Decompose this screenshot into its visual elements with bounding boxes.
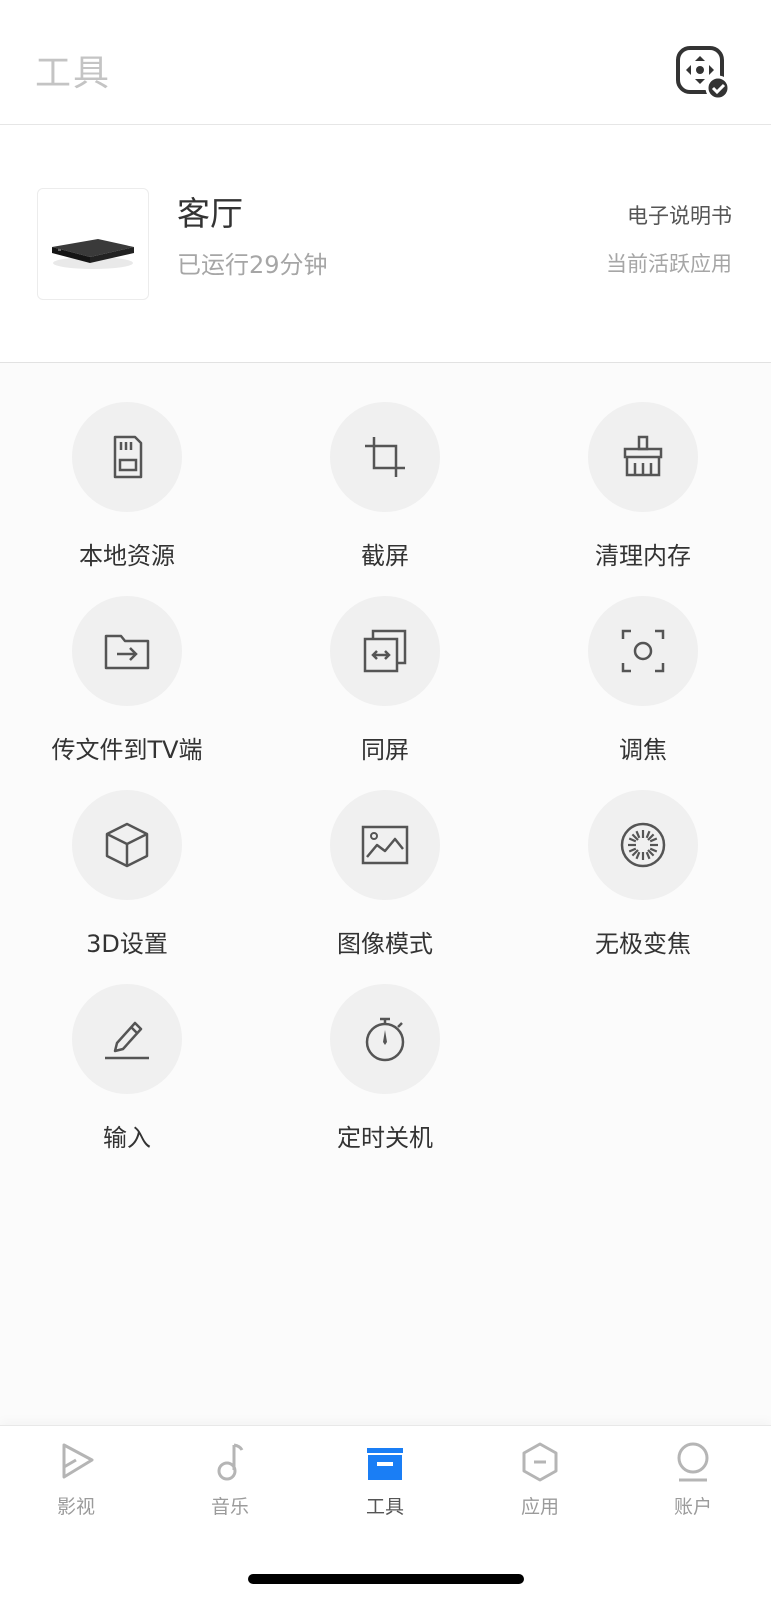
tool-screen-mirror[interactable]: 同屏 — [275, 596, 495, 764]
tool-icon-bg — [72, 596, 182, 706]
tool-label: 调焦 — [619, 736, 667, 764]
top-header: 工具 — [0, 0, 771, 125]
tool-label: 3D设置 — [86, 930, 168, 958]
tab-account[interactable]: 账户 — [643, 1440, 743, 1520]
focus-icon — [621, 629, 665, 673]
tab-music[interactable]: 音乐 — [180, 1440, 280, 1520]
tool-focus[interactable]: 调焦 — [533, 596, 753, 764]
tool-label: 传文件到TV端 — [51, 736, 203, 764]
tab-label: 应用 — [520, 1496, 559, 1518]
tool-icon-bg — [588, 402, 698, 512]
tool-icon-bg — [330, 402, 440, 512]
tool-label: 本地资源 — [79, 542, 175, 570]
tool-icon-bg — [588, 790, 698, 900]
zoom-dial-icon — [620, 822, 666, 868]
pencil-icon — [105, 1021, 149, 1060]
tool-sleep-timer[interactable]: 定时关机 — [275, 984, 495, 1152]
tool-icon-bg — [330, 790, 440, 900]
tab-label: 音乐 — [210, 1496, 249, 1518]
screen-mirror-icon — [363, 629, 407, 673]
page-title: 工具 — [35, 53, 112, 94]
tool-label: 截屏 — [361, 542, 409, 570]
play-icon — [62, 1443, 94, 1479]
sd-card-icon — [113, 435, 143, 479]
account-icon — [677, 1442, 709, 1482]
tool-label: 清理内存 — [595, 542, 691, 570]
device-name: 客厅 — [177, 194, 243, 233]
tool-icon-bg — [330, 596, 440, 706]
tool-icon-bg — [72, 402, 182, 512]
music-note-icon — [217, 1443, 244, 1481]
tool-clear-memory[interactable]: 清理内存 — [533, 402, 753, 570]
tool-picture-mode[interactable]: 图像模式 — [275, 790, 495, 958]
broom-icon — [623, 435, 663, 477]
active-apps-link[interactable]: 当前活跃应用 — [606, 248, 732, 278]
tab-tools[interactable]: 工具 — [335, 1440, 435, 1520]
folder-transfer-icon — [104, 634, 150, 670]
tool-label: 定时关机 — [337, 1124, 433, 1152]
tool-3d-settings[interactable]: 3D设置 — [17, 790, 237, 958]
tool-icon-bg — [588, 596, 698, 706]
toolbox-icon — [367, 1448, 403, 1480]
cube-icon — [105, 822, 149, 868]
tool-transfer-to-tv[interactable]: 传文件到TV端 — [17, 596, 237, 764]
device-card[interactable]: 客厅 已运行29分钟 电子说明书 当前活跃应用 — [0, 125, 771, 363]
tab-label: 影视 — [56, 1496, 95, 1518]
tool-screenshot[interactable]: 截屏 — [275, 402, 495, 570]
picture-icon — [361, 825, 409, 865]
device-status: 已运行29分钟 — [177, 251, 328, 279]
device-thumbnail — [37, 188, 149, 300]
tab-label: 工具 — [365, 1496, 404, 1518]
crop-icon — [365, 437, 405, 477]
tool-input[interactable]: 输入 — [17, 984, 237, 1152]
tool-local-resources[interactable]: 本地资源 — [17, 402, 237, 570]
tab-apps[interactable]: 应用 — [490, 1440, 590, 1520]
apps-hexagon-icon — [522, 1442, 558, 1482]
tool-label: 同屏 — [361, 736, 409, 764]
tool-label: 输入 — [103, 1124, 151, 1152]
tool-icon-bg — [72, 984, 182, 1094]
tab-label: 账户 — [673, 1496, 712, 1518]
tool-icon-bg — [330, 984, 440, 1094]
tool-icon-bg — [72, 790, 182, 900]
tool-stepless-zoom[interactable]: 无极变焦 — [533, 790, 753, 958]
tool-label: 无极变焦 — [595, 930, 691, 958]
tool-label: 图像模式 — [337, 930, 433, 958]
home-indicator — [248, 1574, 524, 1584]
tab-movies[interactable]: 影视 — [26, 1440, 126, 1520]
remote-control-icon[interactable] — [674, 44, 731, 101]
stopwatch-icon — [365, 1017, 405, 1062]
manual-link[interactable]: 电子说明书 — [627, 200, 732, 230]
